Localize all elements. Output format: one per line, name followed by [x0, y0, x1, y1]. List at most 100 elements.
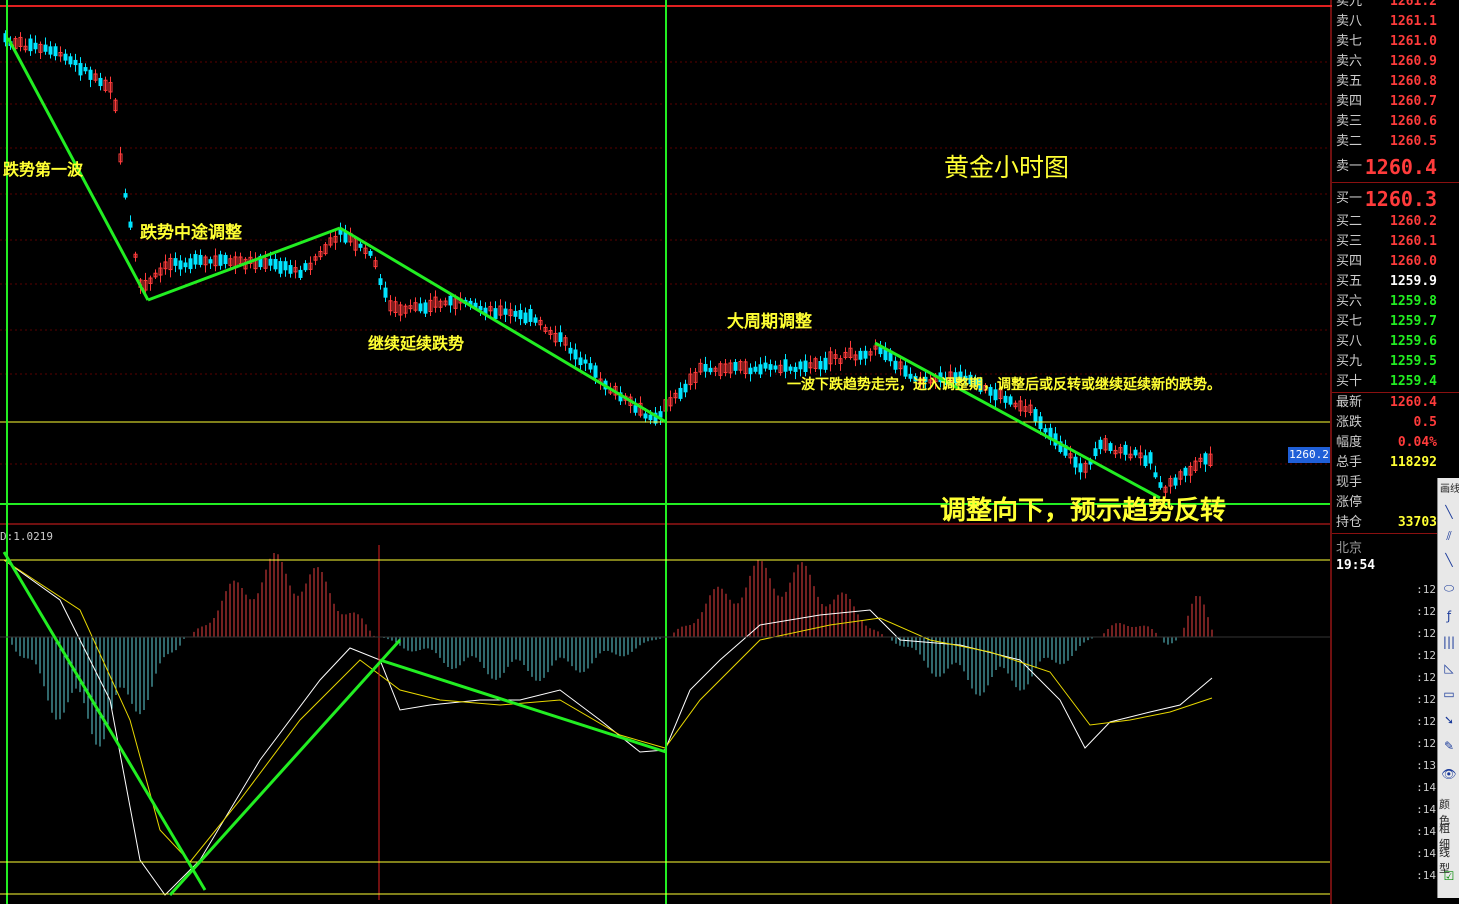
candle-body: [343, 231, 348, 243]
ask-row: 卖四 1260.7: [1332, 92, 1437, 112]
candle-body: [758, 364, 763, 375]
bid-row-label: 买九: [1336, 354, 1363, 369]
eye-icon[interactable]: 👁: [1439, 764, 1459, 784]
last-price-tag: 1260.2: [1288, 447, 1330, 463]
ask-row-value: 1260.9: [1390, 54, 1437, 69]
candle-body: [783, 359, 788, 372]
ruler-icon[interactable]: ▭: [1439, 684, 1459, 704]
stat-row-label: 现手: [1336, 475, 1363, 490]
candle-body: [1093, 448, 1098, 457]
candle-body: [893, 360, 898, 370]
location-label: 北京: [1336, 541, 1363, 556]
candle-body: [588, 363, 593, 370]
ellipse-icon[interactable]: ⬭: [1439, 578, 1459, 598]
bid-row-label: 买十: [1336, 374, 1363, 389]
macd-lines: [3, 559, 1213, 896]
candle-body: [748, 367, 753, 375]
candle-body: [798, 361, 803, 370]
toolbar-title: 画线: [1440, 484, 1459, 495]
fib-icon[interactable]: ƒ: [1439, 606, 1459, 626]
tick-time: :12: [1416, 627, 1436, 640]
candle-body: [1158, 482, 1163, 488]
tick-time: :12: [1416, 693, 1436, 706]
ask-row-value: 1260.4: [1364, 155, 1437, 179]
candle-body: [1008, 396, 1013, 405]
candle-body: [303, 263, 308, 271]
annotation-reversal: 调整向下，预示趋势反转: [940, 496, 1227, 526]
bid-row-label: 买一: [1336, 191, 1363, 206]
candle-body: [1098, 439, 1103, 450]
candle-body: [68, 56, 73, 65]
stat-row: 持仓 33703: [1332, 513, 1437, 533]
candle-body: [518, 310, 523, 320]
macd-histogram: [11, 553, 1213, 747]
bid-row: 买五 1259.9: [1332, 272, 1437, 292]
candle-body: [1203, 453, 1208, 465]
candle-body: [773, 365, 778, 370]
ask-row: 卖六 1260.9: [1332, 52, 1437, 72]
candle-body: [678, 387, 683, 399]
ask-row-value: 1260.7: [1390, 94, 1437, 109]
trendline: [339, 226, 667, 424]
stat-row-value: 1260.4: [1390, 395, 1437, 410]
ask-row: 卖九 1261.2: [1332, 0, 1437, 12]
candle-body: [643, 413, 648, 419]
candle-body: [523, 312, 528, 324]
fan-icon[interactable]: ◺: [1439, 658, 1459, 678]
parallel-line-icon[interactable]: ⫽: [1439, 526, 1459, 546]
arrow-icon[interactable]: ➘: [1439, 710, 1459, 730]
bid-row: 买二 1260.2: [1332, 212, 1437, 232]
ask-row-label: 卖一: [1336, 159, 1363, 174]
stat-row-label: 总手: [1336, 455, 1363, 470]
chart-title: 黄金小时图: [944, 153, 1070, 182]
tick-time: :12: [1416, 583, 1436, 596]
candle-body: [418, 303, 423, 312]
ask-row-label: 卖八: [1336, 14, 1363, 29]
candle-body: [448, 295, 453, 306]
candle-body: [98, 77, 103, 87]
stat-row-label: 最新: [1336, 395, 1363, 410]
ask-row-label: 卖五: [1336, 74, 1363, 89]
candle-body: [493, 308, 498, 320]
candle-body: [683, 383, 688, 393]
candle-body: [283, 261, 288, 271]
candle-body: [823, 357, 828, 370]
ray-line-icon[interactable]: ╲: [1439, 550, 1459, 570]
candle-body: [183, 262, 188, 268]
candle-body: [1108, 443, 1113, 451]
candle-body: [708, 367, 713, 373]
candle-body: [83, 67, 88, 72]
ask-row-value: 1261.0: [1390, 34, 1437, 49]
candle-body: [383, 287, 388, 298]
tick-time: :12: [1416, 649, 1436, 662]
candle-body: [503, 308, 508, 315]
candle-body: [178, 260, 183, 270]
bid-row-value: 1259.8: [1390, 294, 1437, 309]
candle-body: [268, 258, 273, 266]
bars-icon[interactable]: |||: [1439, 632, 1459, 652]
bid-row-label: 买七: [1336, 314, 1363, 329]
candle-body: [88, 69, 93, 80]
stat-row-value: 33703: [1397, 515, 1437, 530]
ask-row: 卖三 1260.6: [1332, 112, 1437, 132]
candle-body: [33, 42, 38, 50]
stat-row-label: 涨跌: [1336, 415, 1363, 430]
candle-body: [633, 405, 638, 413]
candle-body: [423, 302, 428, 314]
line-tool-icon[interactable]: ╲: [1439, 502, 1459, 522]
ask-row-label: 卖九: [1336, 0, 1363, 9]
checkbox-icon[interactable]: ☑: [1439, 866, 1459, 886]
stat-row: 现手: [1332, 473, 1437, 493]
candle-body: [128, 221, 133, 228]
ask-row-label: 卖三: [1336, 114, 1363, 129]
bid-row: 买一 1260.3: [1332, 184, 1437, 214]
tick-time: :14: [1416, 825, 1436, 838]
stat-row-value: 118292: [1390, 455, 1437, 470]
candle-body: [1123, 444, 1128, 455]
bid-row-label: 买四: [1336, 254, 1363, 269]
bid-row: 买七 1259.7: [1332, 312, 1437, 332]
tick-time: :12: [1416, 605, 1436, 618]
candle-body: [43, 44, 48, 52]
pencil-icon[interactable]: ✎: [1439, 736, 1459, 756]
annotation-wave1: 跌势第一波: [3, 160, 84, 179]
